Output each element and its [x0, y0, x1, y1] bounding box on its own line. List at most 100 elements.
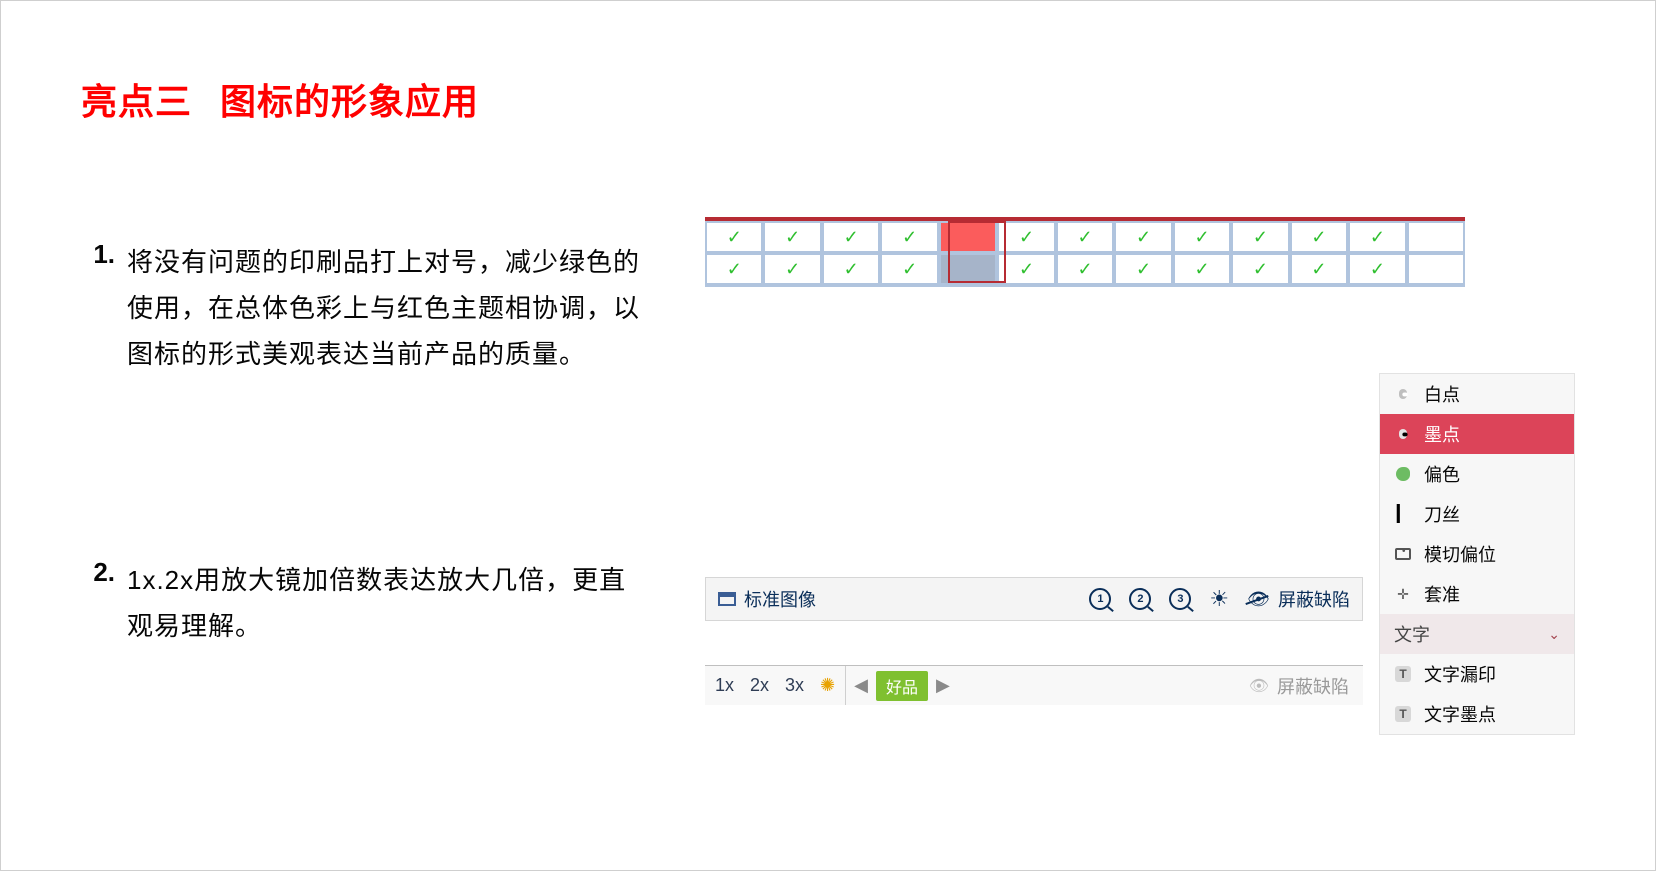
- defect-label: 文字漏印: [1424, 661, 1496, 687]
- list-text: 将没有问题的印刷品打上对号，减少绿色的使用，在总体色彩上与红色主题相协调，以图标…: [127, 239, 641, 377]
- mask-defect-label: 屏蔽缺陷: [1278, 586, 1350, 612]
- diecut-icon: [1392, 543, 1414, 565]
- checkmark-icon: ✓: [902, 260, 917, 278]
- eye-slash-icon: [1247, 589, 1270, 610]
- brightness-icon[interactable]: [1209, 586, 1229, 612]
- quality-grid: ✓✓✓✓✓✓✓✓✓✓✓✓✓✓✓✓✓✓✓✓✓✓: [705, 217, 1465, 287]
- checkmark-icon: ✓: [1136, 260, 1151, 278]
- black-dots-icon: [1392, 423, 1414, 445]
- grid-cell[interactable]: ✓: [882, 255, 936, 283]
- legacy-toolbar: 1x 2x 3x ◀ 好品 ▶ 屏蔽缺陷: [705, 665, 1363, 705]
- checkmark-icon: ✓: [1370, 260, 1385, 278]
- checkmark-icon: ✓: [1019, 260, 1034, 278]
- grid-cell[interactable]: ✓: [765, 255, 819, 283]
- defect-label: 白点: [1424, 381, 1460, 407]
- zoom-1x-button[interactable]: 1: [1089, 588, 1111, 610]
- grid-cell[interactable]: ✓: [1058, 255, 1112, 283]
- zoom-1x-label[interactable]: 1x: [715, 675, 734, 696]
- grid-cell[interactable]: ✓: [824, 255, 878, 283]
- grid-cell[interactable]: ✓: [824, 223, 878, 251]
- mask-defect-label: 屏蔽缺陷: [1277, 673, 1349, 699]
- chevron-down-icon: ⌄: [1548, 626, 1560, 643]
- defect-item-reg[interactable]: 套准: [1380, 574, 1574, 614]
- defect-item-dots-white[interactable]: 白点: [1380, 374, 1574, 414]
- list-number: 2.: [81, 557, 127, 649]
- defect-panel: 白点墨点偏色刀丝模切偏位套准文字⌄ T 文字漏印 T 文字墨点: [1379, 373, 1575, 735]
- checkmark-icon: ✓: [902, 228, 917, 246]
- mask-defect-disabled: 屏蔽缺陷: [1249, 673, 1363, 699]
- title-part2: 图标的形象应用: [220, 81, 479, 122]
- defect-sub-item[interactable]: T 文字墨点: [1380, 694, 1574, 734]
- checkmark-icon: ✓: [844, 228, 859, 246]
- checkmark-icon: ✓: [1370, 228, 1385, 246]
- checkmark-icon: ✓: [1311, 228, 1326, 246]
- grid-cell[interactable]: [1409, 223, 1463, 251]
- grid-cell[interactable]: [1409, 255, 1463, 283]
- knife-line-icon: [1392, 503, 1414, 525]
- checkmark-icon: ✓: [1078, 260, 1093, 278]
- grid-cell[interactable]: ✓: [1233, 255, 1287, 283]
- checkmark-icon: ✓: [727, 228, 742, 246]
- checkmark-icon: ✓: [1078, 228, 1093, 246]
- standard-image-label: 标准图像: [744, 586, 816, 612]
- grid-cell[interactable]: ✓: [1116, 223, 1170, 251]
- next-arrow-icon[interactable]: ▶: [928, 675, 958, 696]
- grid-cell[interactable]: ✓: [707, 223, 761, 251]
- zoom-2x-button[interactable]: 2: [1129, 588, 1151, 610]
- defect-label: 墨点: [1424, 421, 1460, 447]
- grid-cell[interactable]: ✓: [1292, 255, 1346, 283]
- checkmark-icon: ✓: [785, 228, 800, 246]
- grid-cell[interactable]: ✓: [1175, 255, 1229, 283]
- defect-label: 文字墨点: [1424, 701, 1496, 727]
- checkmark-icon: ✓: [1019, 228, 1034, 246]
- checkmark-icon: ✓: [1253, 228, 1268, 246]
- grid-cell[interactable]: ✓: [1116, 255, 1170, 283]
- checkmark-icon: ✓: [1194, 260, 1209, 278]
- registration-icon: [1392, 583, 1414, 605]
- grid-row: ✓✓✓✓✓✓✓✓✓✓✓: [707, 255, 1463, 283]
- grid-cell[interactable]: ✓: [1350, 255, 1404, 283]
- grid-cell-error[interactable]: [941, 255, 995, 283]
- grid-cell[interactable]: ✓: [1175, 223, 1229, 251]
- zoom-group: 1x 2x 3x: [705, 666, 846, 705]
- grid-rows: ✓✓✓✓✓✓✓✓✓✓✓✓✓✓✓✓✓✓✓✓✓✓: [705, 221, 1465, 287]
- grid-cell-error[interactable]: [941, 223, 995, 251]
- zoom-2x-label[interactable]: 2x: [750, 675, 769, 696]
- grid-cell[interactable]: ✓: [1233, 223, 1287, 251]
- grid-cell[interactable]: ✓: [1292, 223, 1346, 251]
- checkmark-icon: ✓: [727, 260, 742, 278]
- mask-defect-button[interactable]: 屏蔽缺陷: [1247, 586, 1350, 612]
- grid-cell[interactable]: ✓: [1350, 223, 1404, 251]
- defect-item-dots-black[interactable]: 墨点: [1380, 414, 1574, 454]
- grid-cell[interactable]: ✓: [882, 223, 936, 251]
- zoom-3x-label[interactable]: 3x: [785, 675, 804, 696]
- grid-cell[interactable]: ✓: [707, 255, 761, 283]
- grid-cell[interactable]: ✓: [999, 255, 1053, 283]
- grid-cell[interactable]: ✓: [1058, 223, 1112, 251]
- defect-label: 套准: [1424, 581, 1460, 607]
- defect-group-text[interactable]: 文字⌄: [1380, 614, 1574, 654]
- brightness-icon[interactable]: [820, 675, 835, 696]
- standard-image-button[interactable]: 标准图像: [718, 586, 816, 612]
- defect-item-knife[interactable]: 刀丝: [1380, 494, 1574, 534]
- checkmark-icon: ✓: [1311, 260, 1326, 278]
- defect-label: 刀丝: [1424, 501, 1460, 527]
- zoom-3x-button[interactable]: 3: [1169, 588, 1191, 610]
- defect-item-green[interactable]: 偏色: [1380, 454, 1574, 494]
- bullet-list: 1. 将没有问题的印刷品打上对号，减少绿色的使用，在总体色彩上与红色主题相协调，…: [81, 239, 641, 829]
- defect-item-diecut[interactable]: 模切偏位: [1380, 534, 1574, 574]
- slide-title: 亮点三图标的形象应用: [81, 73, 1575, 125]
- text-t-icon: T: [1392, 703, 1414, 725]
- grid-cell[interactable]: ✓: [765, 223, 819, 251]
- grid-row: ✓✓✓✓✓✓✓✓✓✓✓: [707, 223, 1463, 251]
- prev-arrow-icon[interactable]: ◀: [846, 675, 876, 696]
- text-t-icon: T: [1392, 663, 1414, 685]
- image-toolbar: 标准图像 1 2 3 屏蔽缺陷: [705, 577, 1363, 621]
- defect-label: 偏色: [1424, 461, 1460, 487]
- slide: 亮点三图标的形象应用 1. 将没有问题的印刷品打上对号，减少绿色的使用，在总体色…: [0, 0, 1656, 871]
- grid-cell[interactable]: ✓: [999, 223, 1053, 251]
- color-shift-icon: [1392, 463, 1414, 485]
- good-product-tag[interactable]: 好品: [876, 671, 928, 701]
- list-text: 1x.2x用放大镜加倍数表达放大几倍，更直观易理解。: [127, 557, 641, 649]
- defect-sub-item[interactable]: T 文字漏印: [1380, 654, 1574, 694]
